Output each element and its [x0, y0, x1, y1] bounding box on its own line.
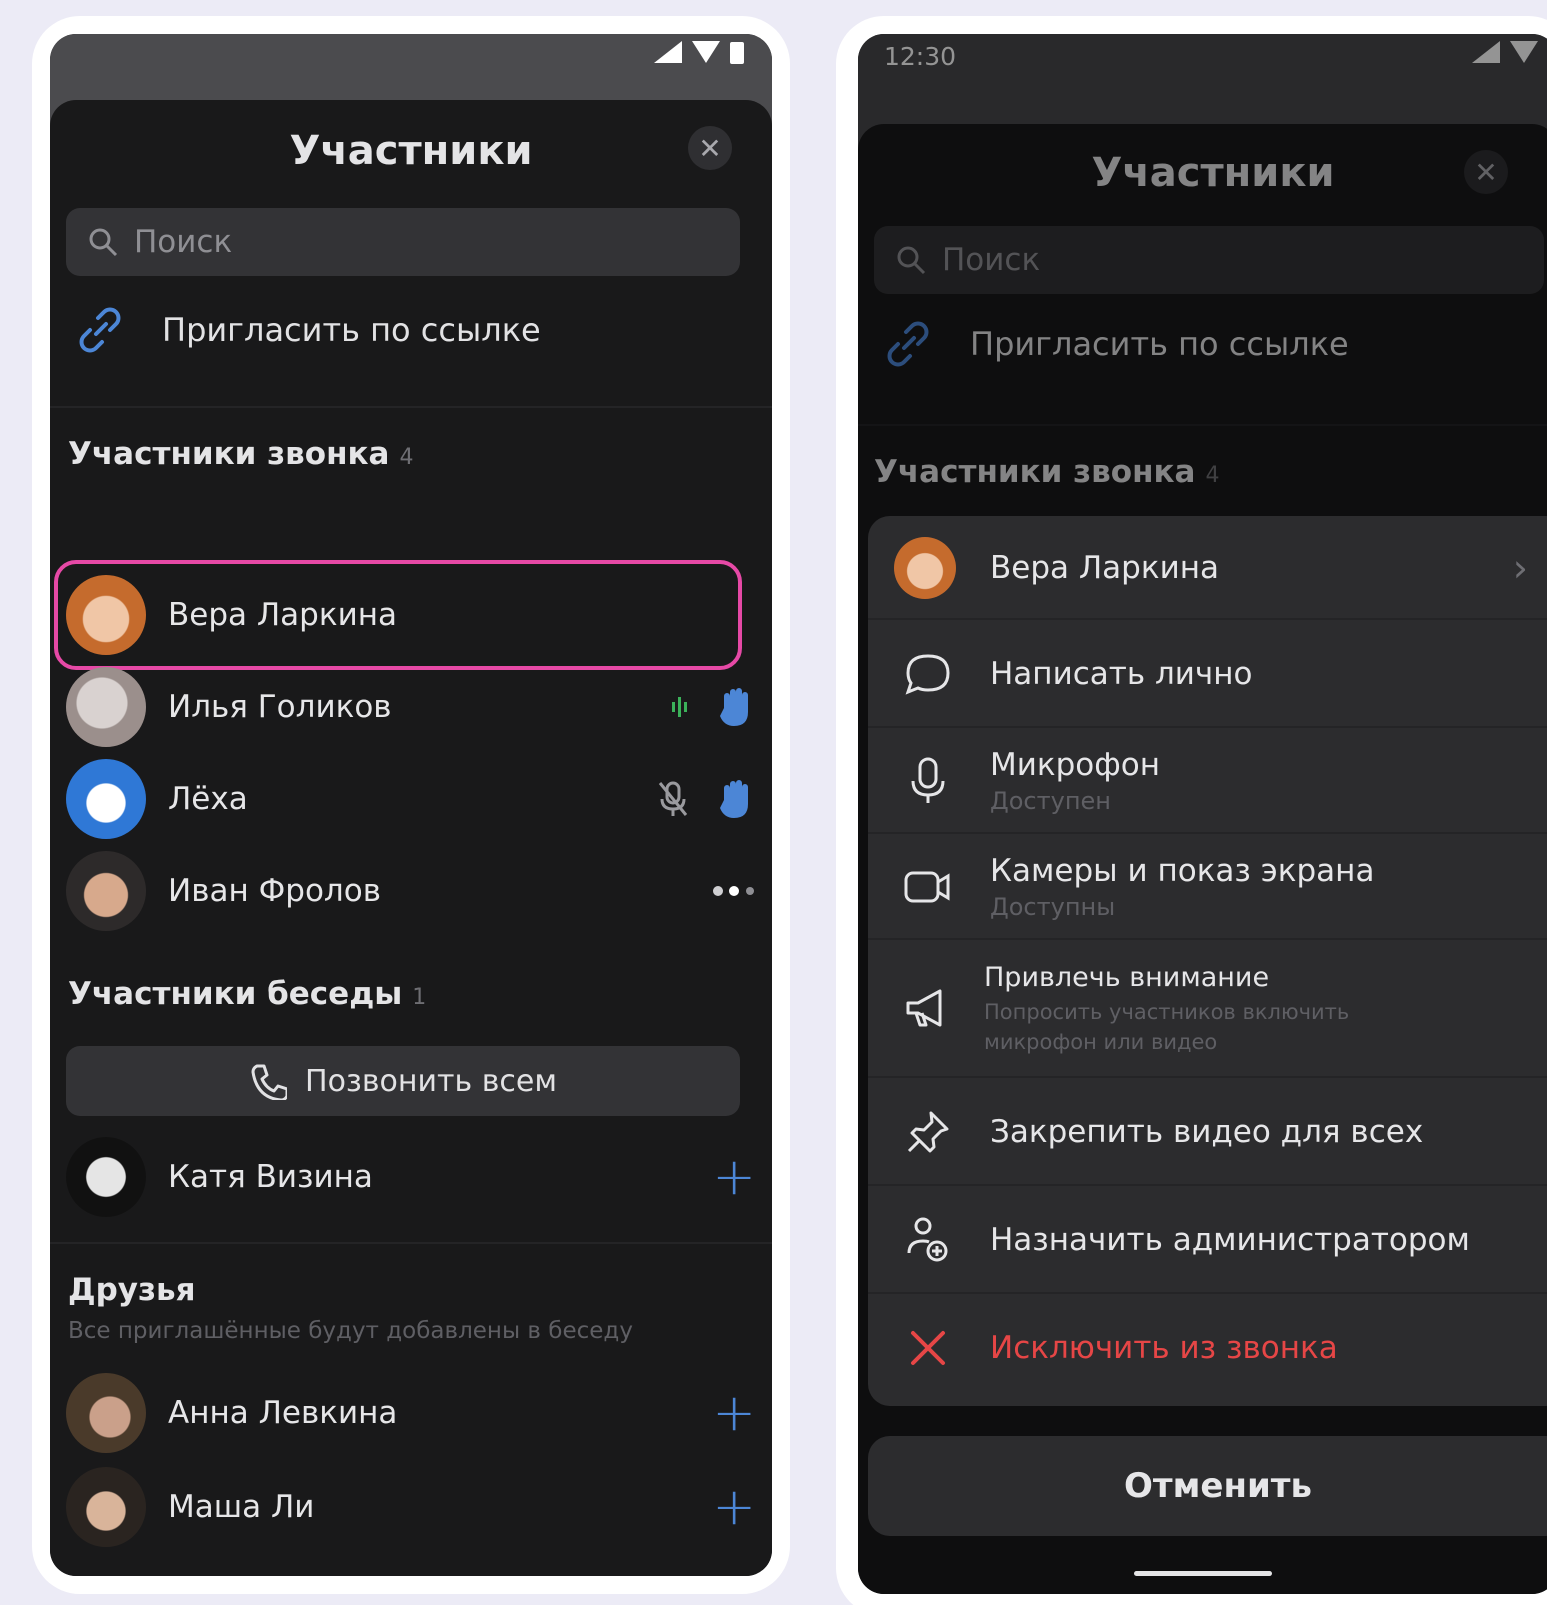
- cancel-label: Отменить: [1124, 1466, 1312, 1506]
- link-icon: [79, 307, 121, 353]
- chat-member-row-katya[interactable]: Катя Визина +: [66, 1134, 756, 1220]
- participant-actions-screen: 12:30 Участники ✕ Поиск Пригласить по сс…: [858, 34, 1547, 1594]
- phone-icon: [251, 1064, 288, 1100]
- chat-members-header: Участники беседы 1: [68, 976, 426, 1012]
- navigation-bar: [858, 1544, 1547, 1594]
- avatar: [66, 1467, 146, 1547]
- menu-item-label: Камеры и показ экрана: [990, 853, 1375, 889]
- avatar: [66, 1373, 146, 1453]
- participant-action-menu: Вера Ларкина › Написать лично Микрофон До…: [868, 516, 1547, 1406]
- participant-status: [670, 686, 756, 728]
- friends-header: Друзья: [68, 1272, 196, 1308]
- chat-members-label: Участники беседы: [68, 976, 403, 1012]
- friend-name: Анна Левкина: [168, 1395, 398, 1431]
- pin-icon: [907, 1111, 949, 1153]
- mic-muted-icon: [658, 781, 688, 816]
- camera-icon: [904, 871, 950, 903]
- menu-item-label: Привлечь внимание: [984, 961, 1270, 993]
- participants-sheet: Участники ✕ Поиск Пригласить по ссылке У…: [50, 100, 772, 1576]
- divider: [50, 406, 772, 408]
- cancel-button[interactable]: Отменить: [868, 1436, 1547, 1536]
- raised-hand-icon: [720, 780, 748, 818]
- friend-name: Маша Ли: [168, 1489, 315, 1525]
- home-indicator[interactable]: [1134, 1571, 1272, 1576]
- menu-item-pin-video[interactable]: Закрепить видео для всех: [868, 1078, 1547, 1186]
- call-all-button[interactable]: Позвонить всем: [66, 1046, 740, 1116]
- search-placeholder: Поиск: [134, 224, 233, 260]
- avatar: [66, 759, 146, 839]
- menu-item-sublabel: Доступен: [990, 787, 1111, 815]
- raised-hand-icon: [720, 688, 748, 726]
- friend-row-masha[interactable]: Маша Ли +: [66, 1464, 756, 1550]
- avatar: [66, 667, 146, 747]
- chat-member-name: Катя Визина: [168, 1159, 373, 1195]
- participant-name: Лёха: [168, 781, 248, 817]
- admin-add-icon: [907, 1217, 948, 1262]
- connecting-dots-icon: [713, 886, 754, 896]
- avatar: [894, 537, 956, 599]
- invite-link-button[interactable]: Пригласить по ссылке: [76, 306, 541, 354]
- participant-row-lyokha[interactable]: Лёха: [66, 756, 756, 842]
- call-participants-label: Участники звонка: [68, 436, 390, 472]
- wifi-icon: [692, 41, 720, 63]
- chevron-right-icon: ›: [1512, 546, 1528, 590]
- search-input[interactable]: Поиск: [66, 208, 740, 276]
- close-icon: ✕: [698, 131, 722, 165]
- close-button[interactable]: ✕: [688, 126, 732, 170]
- add-icon[interactable]: +: [712, 1387, 756, 1439]
- menu-item-make-admin[interactable]: Назначить администратором: [868, 1186, 1547, 1294]
- divider: [50, 1242, 772, 1244]
- friends-subtitle: Все приглашённые будут добавлены в бесед…: [68, 1318, 633, 1344]
- participant-status: [712, 884, 756, 898]
- menu-item-label: Микрофон: [990, 747, 1161, 783]
- menu-item-attract-attention[interactable]: Привлечь внимание Попросить участников вк…: [868, 940, 1547, 1078]
- add-icon[interactable]: +: [712, 1151, 756, 1203]
- menu-user-name: Вера Ларкина: [990, 550, 1219, 586]
- menu-item-label: Закрепить видео для всех: [990, 1114, 1424, 1150]
- call-participants-count: 4: [399, 445, 414, 470]
- chat-bubble-icon: [905, 654, 950, 695]
- participant-row-ivan[interactable]: Иван Фролов: [66, 848, 756, 934]
- menu-item-label: Исключить из звонка: [990, 1330, 1338, 1366]
- participant-status: [656, 778, 756, 820]
- avatar: [66, 851, 146, 931]
- megaphone-icon: [906, 989, 942, 1027]
- call-participants-header: Участники звонка 4: [68, 436, 413, 472]
- menu-item-label: Назначить администратором: [990, 1222, 1470, 1258]
- friend-row-anna[interactable]: Анна Левкина +: [66, 1370, 756, 1456]
- sheet-title: Участники: [289, 128, 533, 174]
- participant-name: Иван Фролов: [168, 873, 381, 909]
- signal-icon: [654, 41, 682, 63]
- participants-screen: Участники ✕ Поиск Пригласить по ссылке У…: [50, 34, 772, 1576]
- menu-item-label: Написать лично: [990, 656, 1253, 692]
- menu-item-camera-screen[interactable]: Камеры и показ экрана Доступны: [868, 834, 1547, 940]
- search-icon: [89, 228, 118, 257]
- participant-name: Илья Голиков: [168, 689, 392, 725]
- add-icon[interactable]: +: [712, 1481, 756, 1533]
- invite-link-label: Пригласить по ссылке: [162, 311, 541, 349]
- menu-item-sublabel: Доступны: [990, 893, 1116, 921]
- status-icons: [654, 40, 744, 64]
- participant-row-ilya[interactable]: Илья Голиков: [66, 664, 756, 750]
- menu-item-sublabel: Попросить участников включить микрофон и…: [984, 999, 1350, 1054]
- avatar: [66, 1137, 146, 1217]
- menu-item-remove-from-call[interactable]: Исключить из звонка: [868, 1294, 1547, 1402]
- menu-user-header[interactable]: Вера Ларкина ›: [868, 516, 1547, 620]
- menu-item-write-personal[interactable]: Написать лично: [868, 620, 1547, 728]
- menu-item-microphone[interactable]: Микрофон Доступен: [868, 728, 1547, 834]
- selection-highlight: [54, 560, 742, 670]
- battery-icon: [730, 42, 744, 64]
- speaking-indicator-icon: [672, 697, 687, 717]
- close-red-icon: [911, 1331, 945, 1365]
- microphone-icon: [911, 757, 945, 803]
- call-all-label: Позвонить всем: [305, 1063, 557, 1099]
- chat-members-count: 1: [412, 985, 427, 1010]
